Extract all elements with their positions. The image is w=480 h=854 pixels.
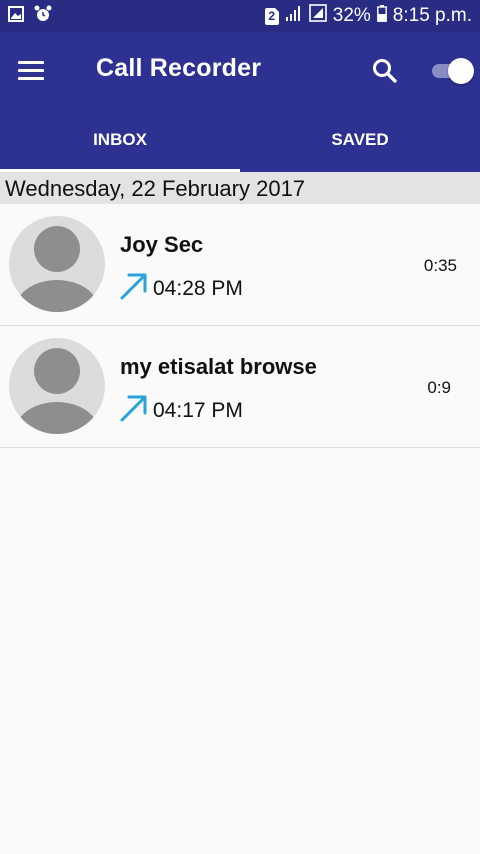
status-bar: 2 32% 8:15 p.m. <box>0 0 480 32</box>
date-header: Wednesday, 22 February 2017 <box>0 172 480 204</box>
call-time: 04:17 PM <box>153 398 243 422</box>
call-duration: 0:35 <box>423 256 457 275</box>
sim-icon: 2 <box>264 7 279 25</box>
battery-percent: 32% <box>332 5 371 26</box>
signal-icon <box>285 5 303 27</box>
gallery-icon <box>8 5 24 27</box>
tab-inbox[interactable]: INBOX <box>0 108 240 172</box>
toggle-thumb <box>448 58 474 84</box>
search-icon[interactable] <box>370 56 400 86</box>
status-time: 8:15 p.m. <box>392 5 472 26</box>
outgoing-call-arrow-icon <box>118 270 150 307</box>
outgoing-call-arrow-icon <box>118 392 150 429</box>
call-row[interactable]: my etisalat browse 04:17 PM 0:9 <box>0 326 480 448</box>
tab-bar: INBOX SAVED <box>0 108 480 172</box>
contact-name: my etisalat browse <box>120 354 317 379</box>
recording-toggle[interactable] <box>432 58 474 84</box>
app-title: Call Recorder <box>96 54 262 82</box>
app-bar: Call Recorder <box>0 32 480 108</box>
call-list: Joy Sec 04:28 PM 0:35 my etisalat browse… <box>0 204 480 448</box>
alarm-icon <box>34 5 52 28</box>
call-time: 04:28 PM <box>153 276 243 300</box>
battery-icon <box>376 4 387 28</box>
call-row[interactable]: Joy Sec 04:28 PM 0:35 <box>0 204 480 326</box>
avatar-icon <box>9 338 105 434</box>
call-time-group: 04:17 PM <box>118 392 243 429</box>
call-duration: 0:9 <box>427 378 451 397</box>
call-time-group: 04:28 PM <box>118 270 243 307</box>
tab-saved[interactable]: SAVED <box>240 108 480 172</box>
contact-name: Joy Sec <box>120 232 204 257</box>
menu-icon[interactable] <box>18 54 46 86</box>
data-icon <box>308 4 327 28</box>
avatar-icon <box>9 216 105 312</box>
sim-badge: 2 <box>268 8 276 23</box>
